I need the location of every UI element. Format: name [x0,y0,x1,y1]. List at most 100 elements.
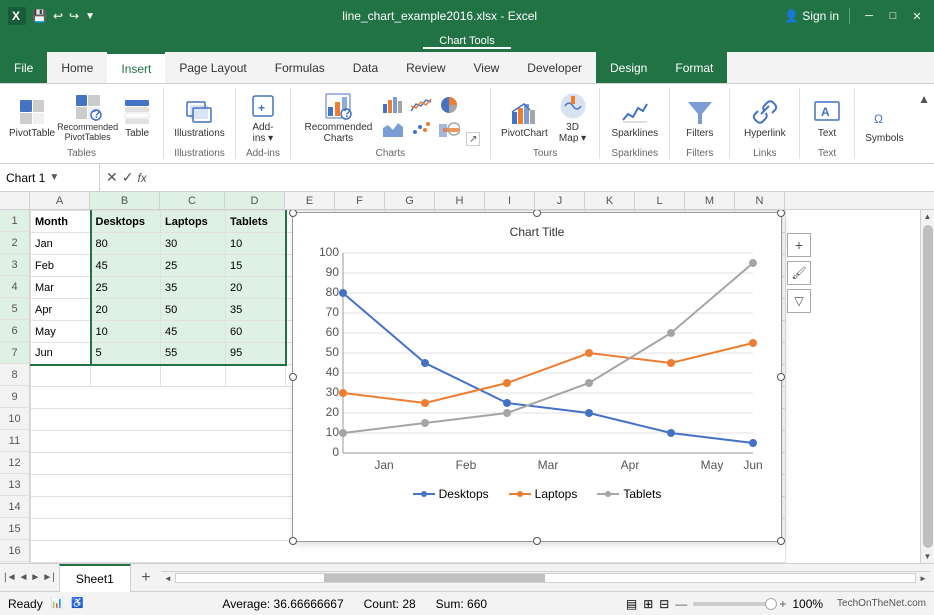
scroll-down-button[interactable]: ▼ [922,550,934,563]
tab-home[interactable]: Home [47,52,107,83]
row-header-7[interactable]: 7 [0,342,29,364]
row-header-4[interactable]: 4 [0,276,29,298]
sign-in-button[interactable]: 👤 Sign in [784,9,839,23]
col-header-a[interactable]: A [30,192,90,209]
cell-a5[interactable]: Apr [31,299,91,321]
tab-insert[interactable]: Insert [107,52,165,83]
cell-a2[interactable]: Jan [31,233,91,255]
sheet-nav-prev[interactable]: ◄ [19,572,29,583]
chart-styles-button[interactable]: 🖌 [787,261,811,285]
page-break-icon[interactable]: ⊟ [659,597,669,611]
cell-c6[interactable]: 45 [161,321,226,343]
col-header-f[interactable]: F [335,192,385,209]
chart-handle-ml[interactable] [289,373,297,381]
horizontal-scrollbar[interactable]: ◄ ► [161,571,930,585]
filters-button[interactable]: Filters [680,94,720,141]
name-box[interactable]: Chart 1 ▼ [0,164,100,191]
cell-b1[interactable]: Desktops [91,211,161,233]
chart-container[interactable]: Chart Title 0 10 20 30 40 [292,212,782,542]
zoom-thumb[interactable] [765,598,777,610]
row-header-16[interactable]: 16 [0,540,29,562]
symbols-button[interactable]: Ω Symbols [863,99,906,146]
cell-d4[interactable]: 20 [226,277,286,299]
addins-button[interactable]: + Add-ins ▾ [244,88,282,146]
name-box-dropdown[interactable]: ▼ [49,172,59,183]
cell-a8[interactable] [31,365,91,387]
chart-handle-bc[interactable] [533,537,541,545]
cell-a6[interactable]: May [31,321,91,343]
recommended-charts-button[interactable]: ? RecommendedCharts [301,88,377,146]
hyperlink-button[interactable]: Hyperlink [740,94,790,141]
cell-a4[interactable]: Mar [31,277,91,299]
tab-design[interactable]: Design [596,52,661,83]
sparklines-button[interactable]: Sparklines [608,94,661,141]
cell-c2[interactable]: 30 [161,233,226,255]
cell-c1[interactable]: Laptops [161,211,226,233]
tab-file[interactable]: File [0,52,47,83]
tab-developer[interactable]: Developer [513,52,596,83]
scroll-right-button[interactable]: ► [916,572,930,584]
ribbon-collapse-button[interactable]: ▲ [914,88,934,159]
cell-c3[interactable]: 25 [161,255,226,277]
cell-d2[interactable]: 10 [226,233,286,255]
sheet-nav-first[interactable]: |◄ [4,572,17,583]
zoom-slider[interactable] [693,602,773,606]
row-header-10[interactable]: 10 [0,408,29,430]
add-sheet-button[interactable]: + [135,567,157,589]
table-button[interactable]: Table [119,94,155,141]
cell-b4[interactable]: 25 [91,277,161,299]
row-header-1[interactable]: 1 [0,210,29,232]
cell-d6[interactable]: 60 [226,321,286,343]
save-icon[interactable]: 💾 [32,9,47,23]
tab-review[interactable]: Review [392,52,459,83]
scatter-chart-button[interactable] [408,118,434,140]
tab-page-layout[interactable]: Page Layout [165,52,260,83]
normal-view-icon[interactable]: ▤ [626,597,637,611]
pie-chart-button[interactable] [436,94,462,116]
col-header-j[interactable]: J [535,192,585,209]
sheet-tab-1[interactable]: Sheet1 [59,564,131,592]
cell-a1[interactable]: Month [31,211,91,233]
close-button[interactable]: ✕ [908,7,926,25]
illustrations-button[interactable]: Illustrations [172,94,227,141]
col-header-c[interactable]: C [160,192,225,209]
col-header-g[interactable]: G [385,192,435,209]
row-header-8[interactable]: 8 [0,364,29,386]
cell-b2[interactable]: 80 [91,233,161,255]
col-header-b[interactable]: B [90,192,160,209]
cancel-formula-button[interactable]: ✕ [106,169,118,186]
cell-b7[interactable]: 5 [91,343,161,365]
undo-icon[interactable]: ↩ [53,9,63,23]
cell-c4[interactable]: 35 [161,277,226,299]
row-16[interactable] [31,541,786,563]
tab-data[interactable]: Data [339,52,392,83]
tab-view[interactable]: View [460,52,514,83]
cell-d3[interactable]: 15 [226,255,286,277]
col-header-n[interactable]: N [735,192,785,209]
row-header-5[interactable]: 5 [0,298,29,320]
sheet-nav-last[interactable]: ►| [42,572,55,583]
bar-chart-button[interactable] [380,94,406,116]
col-header-m[interactable]: M [685,192,735,209]
chart-handle-br[interactable] [777,537,785,545]
minimize-button[interactable]: ─ [860,7,878,25]
vertical-scrollbar[interactable]: ▲ ▼ [920,210,934,563]
col-header-i[interactable]: I [485,192,535,209]
restore-button[interactable]: □ [884,7,902,25]
col-header-h[interactable]: H [435,192,485,209]
sheet-nav-next[interactable]: ► [30,572,40,583]
area-chart-button[interactable] [380,118,406,140]
cell-a3[interactable]: Feb [31,255,91,277]
cell-c7[interactable]: 55 [161,343,226,365]
3d-map-button[interactable]: 3DMap ▾ [554,88,591,146]
page-layout-icon[interactable]: ⊞ [643,597,653,611]
row-header-15[interactable]: 15 [0,518,29,540]
cell-b6[interactable]: 10 [91,321,161,343]
zoom-out-icon[interactable]: — [675,597,687,611]
row-header-6[interactable]: 6 [0,320,29,342]
row-header-2[interactable]: 2 [0,232,29,254]
line-chart-button[interactable] [408,94,434,116]
charts-expand-button[interactable]: ↗ [466,132,480,146]
row-header-11[interactable]: 11 [0,430,29,452]
confirm-formula-button[interactable]: ✓ [122,169,134,186]
